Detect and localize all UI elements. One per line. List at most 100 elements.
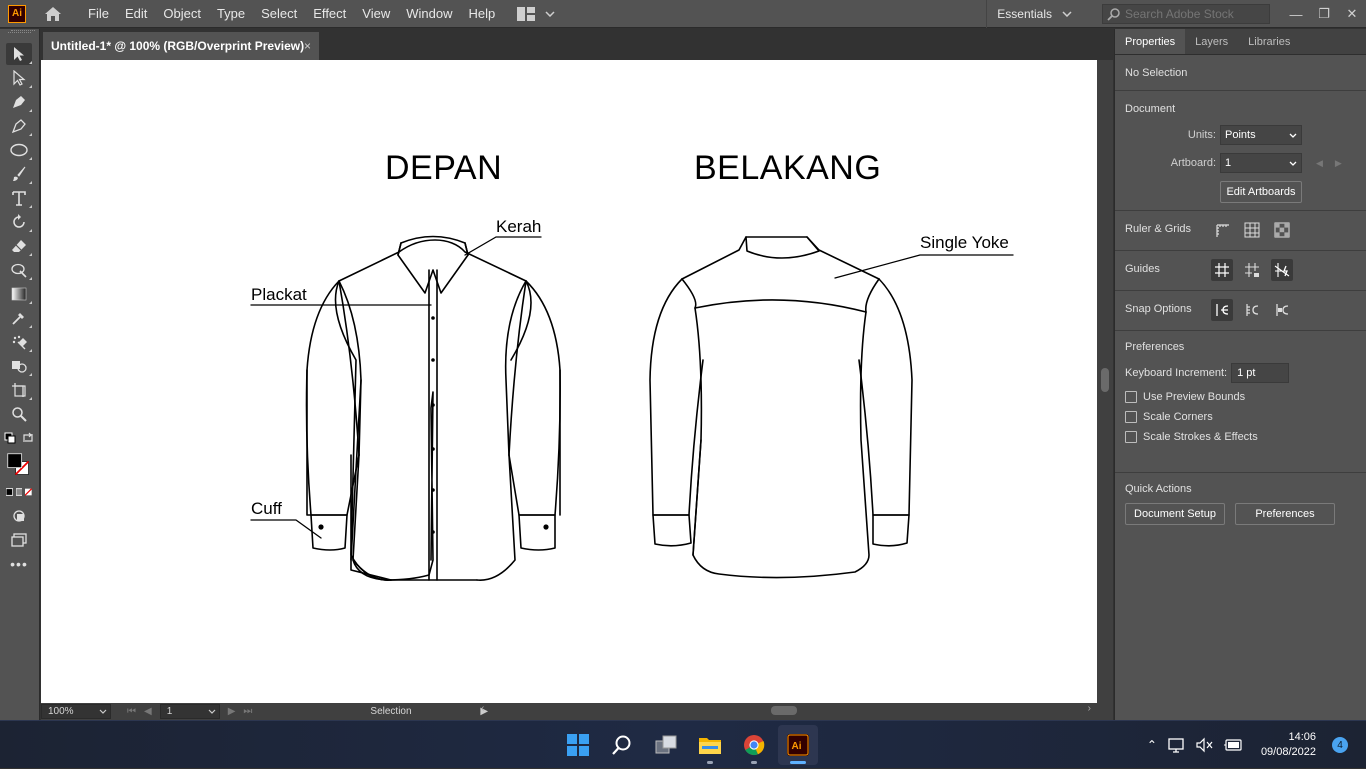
menu-window[interactable]: Window <box>398 0 460 28</box>
eraser-tool[interactable] <box>6 235 32 257</box>
next-artboard-icon[interactable]: ▶ <box>1335 158 1342 169</box>
checkbox-box[interactable] <box>1125 411 1137 423</box>
menu-view[interactable]: View <box>354 0 398 28</box>
show-hidden-icons-button[interactable]: ⌃ <box>1147 738 1157 752</box>
horizontal-scrollbar[interactable]: ‹ › <box>481 703 1091 716</box>
blend-tool[interactable] <box>6 331 32 353</box>
zoom-select[interactable]: 100% <box>41 704 111 719</box>
scroll-left-icon[interactable]: ‹ <box>481 703 484 714</box>
scale-strokes-effects-checkbox[interactable]: Scale Strokes & Effects <box>1125 431 1356 443</box>
first-artboard-icon[interactable]: ⏮ <box>127 706 136 717</box>
smart-guides-icon[interactable] <box>1271 259 1293 281</box>
use-preview-bounds-checkbox[interactable]: Use Preview Bounds <box>1125 391 1356 403</box>
shirt-illustration[interactable] <box>41 60 1097 703</box>
none-swatch-icon[interactable] <box>25 488 33 496</box>
paintbrush-tool[interactable] <box>6 163 32 185</box>
menu-effect[interactable]: Effect <box>305 0 354 28</box>
menu-select[interactable]: Select <box>253 0 305 28</box>
artboard-select[interactable]: 1 <box>1220 153 1302 173</box>
show-guides-icon[interactable] <box>1211 259 1233 281</box>
draw-mode-tool[interactable] <box>6 505 32 527</box>
stock-search-input[interactable] <box>1125 7 1265 21</box>
horizontal-scroll-thumb[interactable] <box>771 706 797 715</box>
restore-button[interactable]: ❐ <box>1310 0 1338 28</box>
zoom-tool[interactable] <box>6 403 32 425</box>
menu-file[interactable]: File <box>80 0 117 28</box>
scale-corners-checkbox[interactable]: Scale Corners <box>1125 411 1356 423</box>
home-icon[interactable] <box>42 3 64 25</box>
close-tab-icon[interactable]: × <box>304 39 311 53</box>
network-icon[interactable] <box>1167 737 1185 753</box>
notification-badge[interactable]: 4 <box>1332 737 1348 753</box>
default-colors-icon[interactable] <box>4 432 16 444</box>
pen-tool[interactable] <box>6 91 32 113</box>
menu-edit[interactable]: Edit <box>117 0 155 28</box>
artboard-canvas[interactable]: DEPAN BELAKANG Kerah Plackat Cuff Single… <box>41 60 1097 703</box>
color-icon[interactable] <box>6 488 13 496</box>
task-view-button[interactable] <box>646 725 686 765</box>
tab-libraries[interactable]: Libraries <box>1238 29 1300 54</box>
taskbar-search-button[interactable] <box>602 725 642 765</box>
free-transform-tool[interactable] <box>6 259 32 281</box>
last-artboard-icon[interactable]: ⏭ <box>243 706 252 717</box>
battery-charging-icon[interactable] <box>1223 738 1243 752</box>
edit-artboards-button[interactable]: Edit Artboards <box>1220 181 1302 203</box>
tab-layers[interactable]: Layers <box>1185 29 1238 54</box>
curvature-tool[interactable] <box>6 115 32 137</box>
front-shirt-drawing[interactable] <box>305 235 561 581</box>
type-tool[interactable] <box>6 187 32 209</box>
next-artboard-icon[interactable]: ▶ <box>228 706 236 717</box>
gradient-swatch-icon[interactable] <box>15 488 23 496</box>
checkbox-box[interactable] <box>1125 391 1137 403</box>
screen-mode-tool[interactable] <box>6 529 32 551</box>
fill-stroke-swatches[interactable] <box>6 451 32 479</box>
transparency-grid-icon[interactable] <box>1271 219 1293 241</box>
selection-tool[interactable] <box>6 43 32 65</box>
scroll-right-icon[interactable]: › <box>1088 703 1091 714</box>
artboard-tool[interactable] <box>6 379 32 401</box>
close-window-button[interactable]: ✕ <box>1338 0 1366 28</box>
minimize-button[interactable]: — <box>1282 0 1310 28</box>
document-setup-button[interactable]: Document Setup <box>1125 503 1225 525</box>
tab-properties[interactable]: Properties <box>1115 29 1186 54</box>
curvature-pen-icon <box>11 119 26 134</box>
file-explorer-button[interactable] <box>690 725 730 765</box>
vertical-scrollbar[interactable] <box>1097 60 1113 703</box>
snap-to-pixel-icon[interactable] <box>1271 299 1293 321</box>
edit-toolbar-button[interactable]: ••• <box>6 553 32 575</box>
preferences-button[interactable]: Preferences <box>1235 503 1335 525</box>
units-select[interactable]: Points <box>1220 125 1302 145</box>
swap-colors-icon[interactable] <box>22 432 34 444</box>
menu-object[interactable]: Object <box>155 0 209 28</box>
rotate-tool[interactable] <box>6 211 32 233</box>
start-button[interactable] <box>558 725 598 765</box>
shape-builder-tool[interactable] <box>6 355 32 377</box>
keyboard-increment-input[interactable]: 1 pt <box>1231 363 1290 383</box>
grid-icon[interactable] <box>1241 219 1263 241</box>
previous-artboard-icon[interactable]: ◀ <box>144 706 152 717</box>
arrange-documents-button[interactable] <box>517 6 555 21</box>
illustrator-taskbar-button[interactable]: Ai <box>778 725 818 765</box>
menu-help[interactable]: Help <box>460 0 503 28</box>
menu-type[interactable]: Type <box>209 0 253 28</box>
artboard-number: 1 <box>166 706 173 717</box>
vertical-scroll-thumb[interactable] <box>1101 368 1109 392</box>
panel-grip[interactable] <box>11 30 35 38</box>
clock[interactable]: 14:06 09/08/2022 <box>1261 730 1316 760</box>
checkbox-box[interactable] <box>1125 431 1137 443</box>
eyedropper-tool[interactable] <box>6 307 32 329</box>
rulers-icon[interactable] <box>1211 219 1233 241</box>
volume-muted-icon[interactable] <box>1195 737 1213 753</box>
chrome-button[interactable] <box>734 725 774 765</box>
workspace-switcher[interactable]: Essentials <box>986 0 1082 28</box>
lock-guides-icon[interactable] <box>1241 259 1263 281</box>
back-shirt-drawing[interactable] <box>649 236 913 579</box>
document-tab[interactable]: Untitled-1* @ 100% (RGB/Overprint Previe… <box>43 32 319 60</box>
ellipse-tool[interactable] <box>6 139 32 161</box>
gradient-tool[interactable] <box>6 283 32 305</box>
prev-artboard-icon[interactable]: ◀ <box>1316 158 1323 169</box>
direct-selection-tool[interactable] <box>6 67 32 89</box>
snap-to-point-icon[interactable] <box>1211 299 1233 321</box>
artboard-number-select[interactable]: 1 <box>159 704 220 719</box>
snap-to-grid-icon[interactable] <box>1241 299 1263 321</box>
